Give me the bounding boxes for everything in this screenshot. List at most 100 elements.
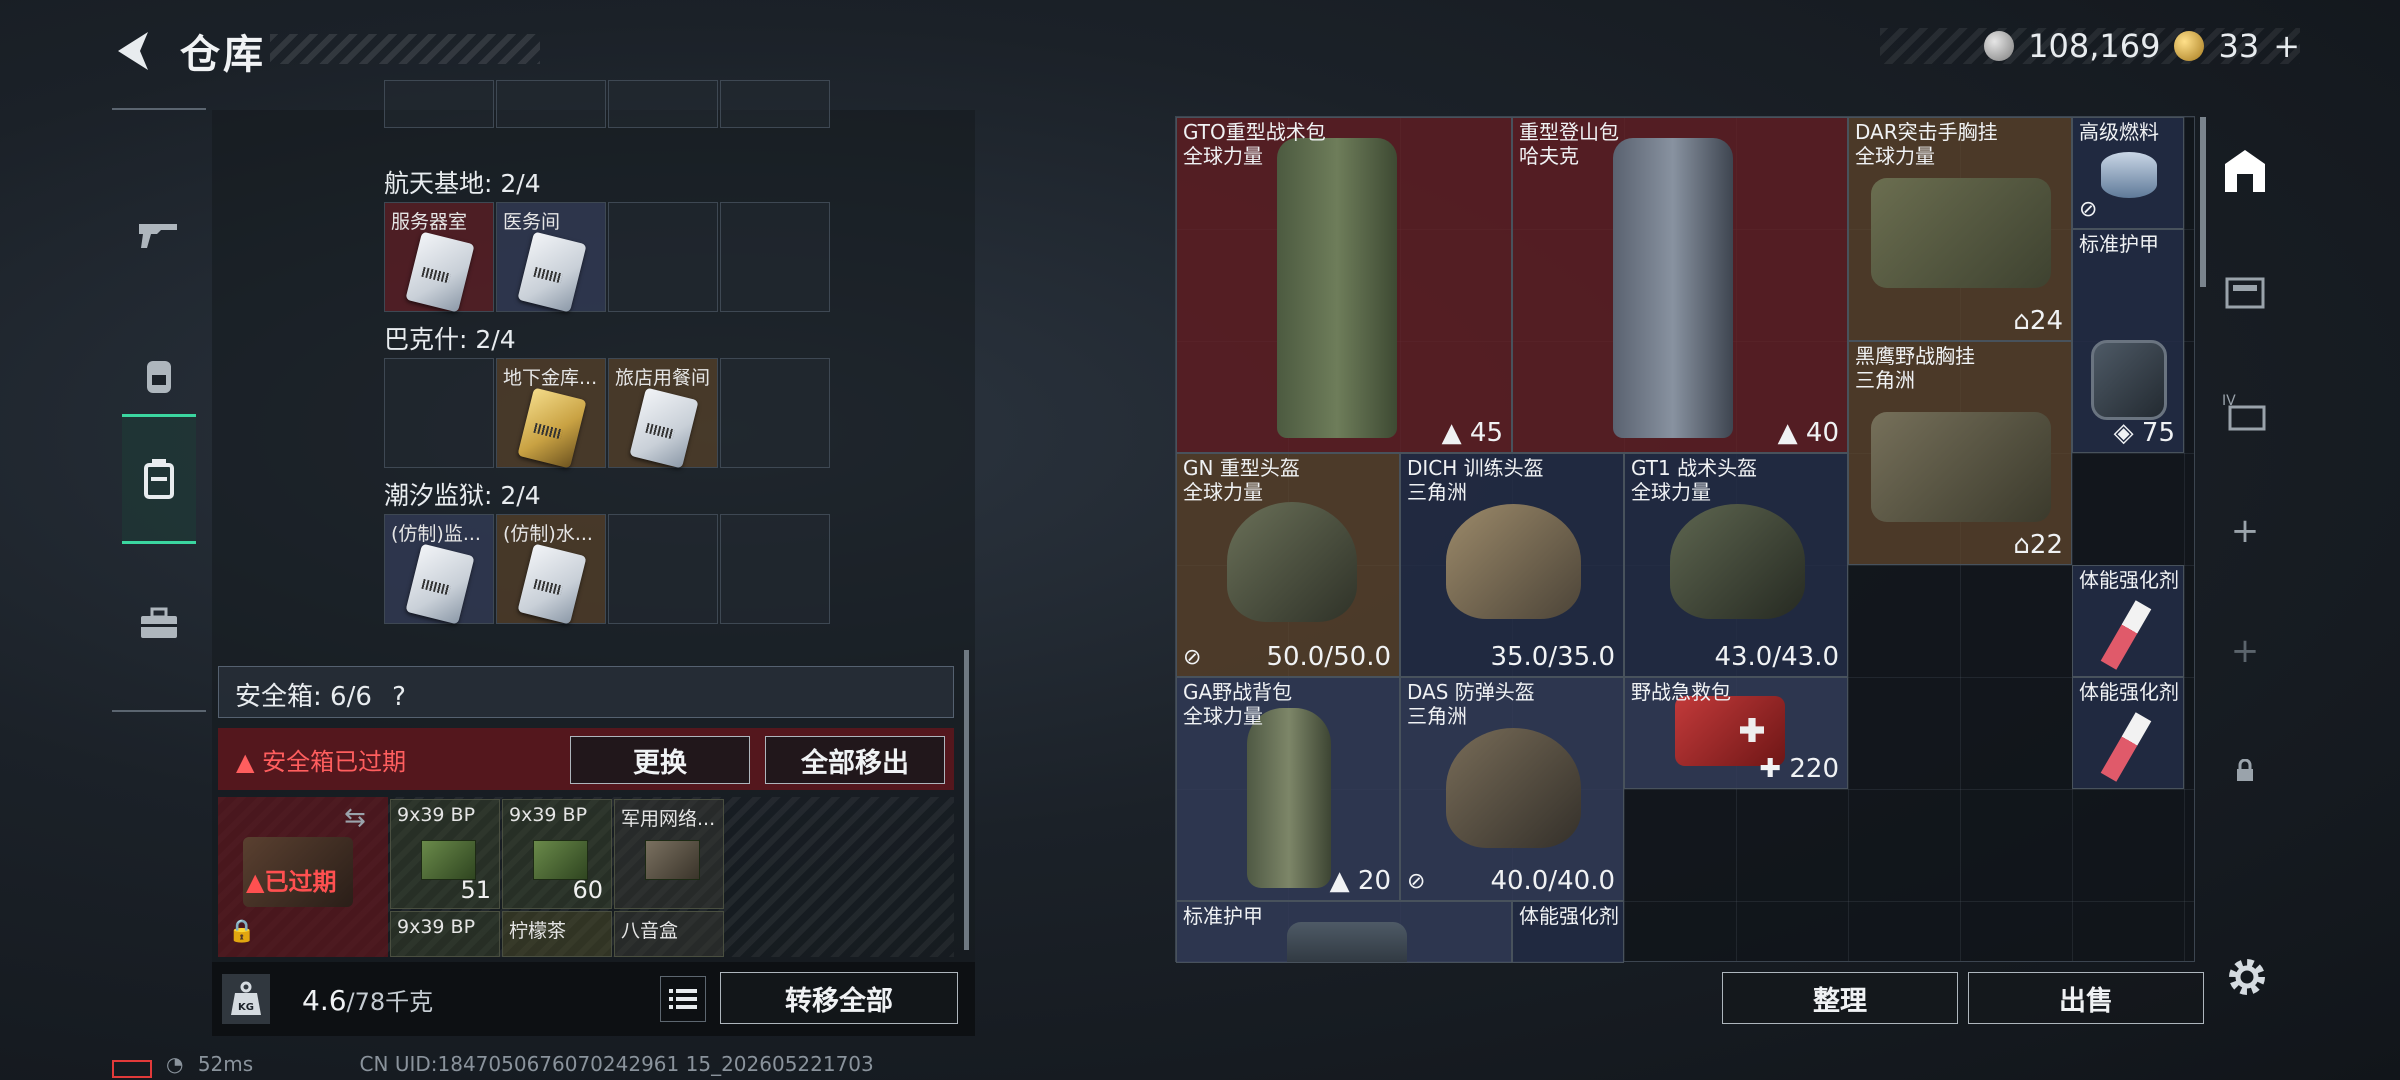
stash-item[interactable]: 体能强化剂 — [1512, 901, 1624, 963]
lock-icon: 🔒 — [228, 919, 256, 944]
no-repair-icon: ⊘ — [1183, 645, 1202, 670]
stash-item[interactable]: GTO重型战术包 全球力量 ▲ 45 — [1176, 117, 1512, 453]
keycard-name: 服务器室 — [391, 211, 468, 233]
stash-tab-3[interactable]: IV — [2210, 356, 2280, 466]
keycard-slot-empty[interactable] — [720, 514, 830, 624]
add-tab-button-disabled[interactable]: + — [2210, 596, 2280, 706]
stash-item[interactable]: 重型登山包 哈夫克 ▲ 40 — [1512, 117, 1848, 453]
stash-item[interactable]: GT1 战术头盔 全球力量 43.0/43.0 — [1624, 453, 1848, 677]
list-view-button[interactable] — [660, 976, 706, 1022]
item-capacity: ⌂22 — [2013, 530, 2063, 560]
help-button[interactable]: ? — [392, 682, 406, 712]
settings-button[interactable] — [2220, 950, 2274, 1004]
stash-item[interactable]: 标准护甲 — [1176, 901, 1512, 963]
stash-item[interactable]: DAR突击手胸挂 全球力量 ⌂24 — [1848, 117, 2072, 341]
add-tab-button[interactable]: + — [2210, 476, 2280, 586]
gun-icon — [139, 224, 177, 248]
helmet-image — [1446, 504, 1581, 619]
stash-item[interactable]: GA野战背包 全球力量 ▲ 20 — [1176, 677, 1400, 901]
add-currency-button[interactable]: + — [2273, 27, 2300, 65]
warning-icon: ▲ — [236, 748, 255, 776]
backpack-icon — [147, 361, 171, 393]
toolbox-icon — [141, 607, 177, 638]
safebox-label: 安全箱: 6/6 — [235, 682, 372, 712]
kg-label: KG — [238, 1002, 254, 1013]
stash-item[interactable]: GN 重型头盔 全球力量 ⊘ 50.0/50.0 — [1176, 453, 1400, 677]
item-name: 黑鹰野战胸挂 三角洲 — [1855, 344, 1975, 392]
stash-item[interactable]: DAS 防弹头盔 三角洲 ⊘ 40.0/40.0 — [1400, 677, 1624, 901]
keycard-image — [517, 543, 587, 625]
keycard-slot[interactable]: (仿制)水... — [496, 514, 606, 625]
keycard-slot[interactable] — [384, 80, 494, 128]
weight-bar: KG 4.6/78千克 转移全部 — [212, 962, 975, 1036]
keycard-slot-empty[interactable] — [384, 358, 494, 468]
stash-item[interactable]: 体能强化剂 — [2072, 565, 2184, 677]
transfer-all-button[interactable]: 转移全部 — [720, 972, 958, 1024]
safebox-item[interactable]: 军用网络... — [614, 799, 724, 909]
keycard-slot[interactable] — [720, 80, 830, 128]
sort-button[interactable]: 整理 — [1722, 972, 1958, 1024]
scrollbar[interactable] — [2200, 117, 2206, 287]
stash-item[interactable]: 高级燃料 ⊘ — [2072, 117, 2184, 229]
keycard-name: 地下金库... — [503, 367, 598, 389]
safebox-item[interactable]: 八音盒 — [614, 911, 724, 957]
keycard-image — [517, 387, 587, 469]
safebox-grid: ⇆ ▲已过期 🔒 9x39 BP 51 9x39 BP 60 军用网络... 9… — [218, 797, 954, 957]
keycard-slot[interactable]: (仿制)监... — [384, 514, 494, 625]
item-name: 9x39 BP — [397, 804, 476, 826]
safebox-item[interactable]: 9x39 BP — [390, 911, 500, 957]
keycard-slot[interactable]: 服务器室 — [384, 202, 494, 313]
syringe-image — [2100, 712, 2152, 782]
keycard-slot-empty[interactable] — [608, 514, 718, 624]
helmet-image — [1670, 504, 1805, 619]
item-durability: ◈ 75 — [2113, 418, 2175, 448]
stash-item[interactable]: 野战急救包 ✚ 220 — [1624, 677, 1848, 789]
item-durability: 50.0/50.0 — [1266, 642, 1391, 672]
stash-item[interactable]: DICH 训练头盔 三角洲 35.0/35.0 — [1400, 453, 1624, 677]
safebox-item[interactable]: 9x39 BP 51 — [390, 799, 500, 909]
keycard-slot[interactable]: 地下金库... — [496, 358, 606, 469]
stash-tab-main[interactable] — [2210, 116, 2280, 226]
stash-item[interactable]: 体能强化剂 — [2072, 677, 2184, 789]
stash-tab-2[interactable] — [2210, 236, 2280, 346]
back-button[interactable] — [110, 26, 160, 76]
safebox-item[interactable]: 9x39 BP 60 — [502, 799, 612, 909]
syringe-image — [2100, 600, 2152, 670]
keycard-slot[interactable] — [496, 80, 606, 128]
keycard-slot-empty[interactable] — [608, 202, 718, 312]
ammo-image — [421, 840, 476, 880]
keycard-slot[interactable]: 医务间 — [496, 202, 606, 313]
item-name: 标准护甲 — [1183, 904, 1263, 928]
stash-item[interactable]: 标准护甲 ◈ 75 — [2072, 229, 2184, 453]
keycard-image — [405, 543, 475, 625]
warning-icon: ▲ — [246, 868, 265, 896]
item-name: 重型登山包 哈夫克 — [1519, 120, 1619, 168]
locked-tab[interactable] — [2210, 716, 2280, 826]
lock-icon — [2237, 759, 2253, 781]
backpack-image — [1247, 708, 1331, 888]
item-durability: 40.0/40.0 — [1490, 866, 1615, 896]
rail-item-weapons[interactable] — [122, 170, 196, 300]
remove-all-button[interactable]: 全部移出 — [765, 736, 945, 784]
safebox-expired-bar: ▲ 安全箱已过期 更换 全部移出 — [218, 728, 954, 790]
item-name: 体能强化剂 — [1519, 904, 1619, 928]
stash-item[interactable]: 黑鹰野战胸挂 三角洲 ⌂22 — [1848, 341, 2072, 565]
keycard-slot-empty[interactable] — [720, 358, 830, 468]
safebox-item[interactable]: ⇆ ▲已过期 🔒 — [218, 797, 388, 957]
item-name: 军用网络... — [621, 808, 716, 830]
capacity-icon: ▲ — [1441, 418, 1462, 448]
keycard-slot[interactable]: 旅店用餐间 — [608, 358, 718, 469]
safebox-item[interactable]: 柠檬茶 — [502, 911, 612, 957]
sell-button[interactable]: 出售 — [1968, 972, 2204, 1024]
keycard-slot[interactable] — [608, 80, 718, 128]
replace-button[interactable]: 更换 — [570, 736, 750, 784]
rail-item-tools[interactable] — [122, 558, 196, 688]
item-name: 体能强化剂 — [2079, 680, 2179, 704]
rail-item-keycards[interactable] — [122, 414, 196, 544]
helmet-image — [1227, 502, 1357, 622]
expired-badge-text: 已过期 — [264, 868, 337, 896]
scrollbar[interactable] — [964, 650, 969, 950]
chest-rig-image — [1871, 412, 2051, 522]
keycard-name: (仿制)监... — [391, 523, 481, 545]
keycard-slot-empty[interactable] — [720, 202, 830, 312]
